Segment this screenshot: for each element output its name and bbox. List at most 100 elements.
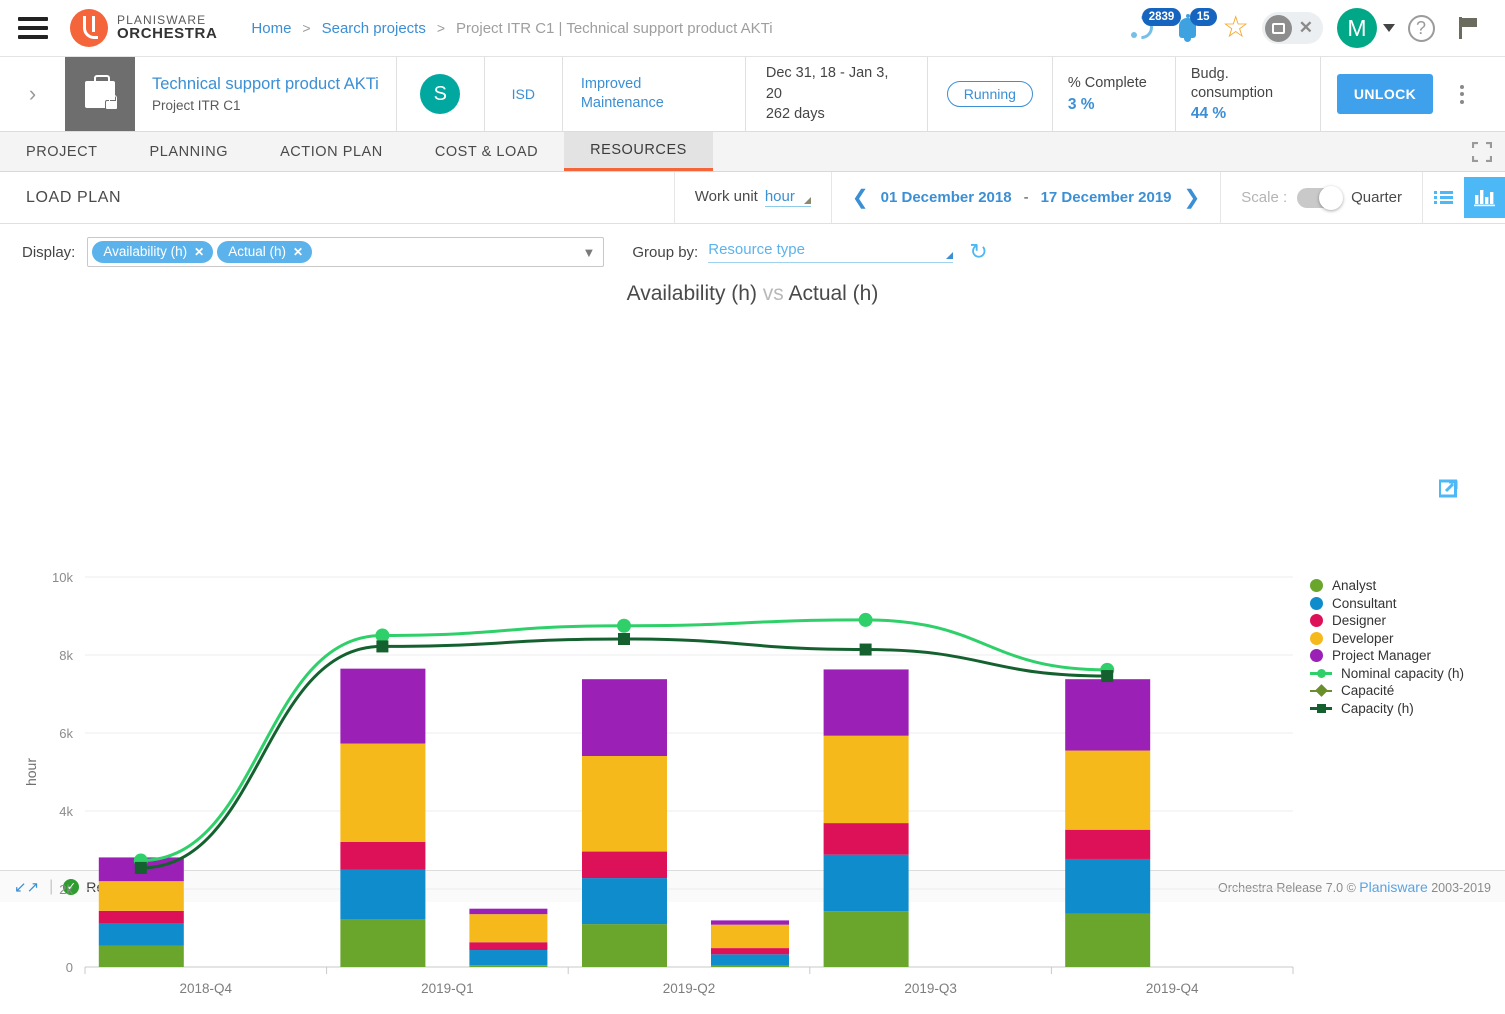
screenshot-pill[interactable]: ✕ [1261,12,1323,44]
planisware-logo: PLANISWARE ORCHESTRA [70,9,217,47]
load-plan-chart-panel: Display: Availability (h) ✕ Actual (h) ✕… [0,224,1505,996]
y-axis-tick-label: 2k [59,882,73,897]
tab-project[interactable]: PROJECT [0,132,124,171]
bar-segment [823,823,909,855]
project-org[interactable]: ISD [485,57,563,131]
remove-chip-icon[interactable]: ✕ [194,245,204,259]
legend-item-analyst[interactable]: Analyst [1310,577,1464,595]
remove-chip-icon[interactable]: ✕ [293,245,303,259]
group-by-value: Resource type [708,241,805,258]
bar-segment [340,841,426,870]
project-category[interactable]: Improved Maintenance [581,75,727,113]
tab-planning[interactable]: PLANNING [124,132,255,171]
chevron-down-icon[interactable] [1383,24,1395,32]
table-view-button[interactable] [1423,177,1464,218]
bar-segment [340,743,426,842]
chart-controls-row: Display: Availability (h) ✕ Actual (h) ✕… [0,224,1505,280]
bar-segment [1065,679,1151,751]
screenshot-tool[interactable]: ✕ [1261,6,1323,50]
load-plan-toolbar: LOAD PLAN Work unit hour ❮ 01 December 2… [0,172,1505,224]
star-icon: ☆ [1222,11,1250,44]
project-duration: 262 days [765,106,825,123]
flag-button[interactable] [1447,6,1491,50]
legend-label: Nominal capacity (h) [1341,665,1465,681]
tab-action-plan[interactable]: ACTION PLAN [254,132,409,171]
legend-item-capacit[interactable]: Capacité [1310,682,1464,700]
date-dash: - [1023,189,1029,206]
unlock-cell: UNLOCK [1321,57,1445,131]
scale-toggle[interactable] [1297,185,1344,210]
legend-label: Analyst [1332,578,1377,594]
date-to[interactable]: 17 December 2019 [1041,189,1172,206]
project-stage-cell: S [397,57,485,131]
kpi-value: 44 % [1190,105,1227,123]
work-unit-select[interactable]: hour [764,188,811,207]
project-more-menu-icon[interactable] [1445,57,1479,131]
next-period-icon[interactable]: ❯ [1184,185,1201,210]
display-multiselect[interactable]: Availability (h) ✕ Actual (h) ✕ ▼ [87,237,605,267]
chart-view-button[interactable] [1464,177,1505,218]
screenshot-icon [1264,14,1292,42]
close-icon[interactable]: ✕ [1299,18,1313,38]
stage-badge[interactable]: S [420,74,461,114]
bar-segment [582,756,667,852]
project-status-cell: Running [928,57,1053,131]
logo-mark-icon [70,9,108,47]
legend-item-designer[interactable]: Designer [1310,612,1464,630]
legend-item-capacity-h[interactable]: Capacity (h) [1310,700,1464,718]
bar-segment [582,851,667,879]
user-menu[interactable]: M [1337,6,1395,50]
kpi-label: % Complete [1067,75,1147,92]
application-window: PLANISWARE ORCHESTRA Home > Search proje… [0,0,1505,996]
bar-segment [582,924,667,967]
legend-item-developer[interactable]: Developer [1310,630,1464,648]
display-chip-availability[interactable]: Availability (h) ✕ [92,241,214,263]
breadcrumb-search-projects[interactable]: Search projects [322,20,426,37]
line-marker [134,861,147,874]
group-by-select[interactable]: Resource type [708,241,954,263]
export-button[interactable] [1438,478,1461,503]
chevron-down-icon[interactable]: ▼ [582,245,595,260]
work-unit-group: Work unit hour [673,172,831,223]
notifications-button[interactable]: 15 [1166,6,1217,50]
scale-label: Scale : [1241,189,1288,206]
unlock-button[interactable]: UNLOCK [1336,74,1434,114]
breadcrumb-separator: > [436,20,446,36]
chart-plot-area: 0 2k 4k 6k 8k 10k hour 2018-Q4 2019-Q1 2019-Q2 201… [0,514,1505,1014]
tab-cost-and-load[interactable]: COST & LOAD [409,132,564,171]
display-chip-actual[interactable]: Actual (h) ✕ [217,241,313,263]
legend-label: Consultant [1332,595,1397,611]
bar-segment [1065,750,1151,830]
breadcrumb-home[interactable]: Home [251,20,291,37]
work-unit-label: Work unit [694,188,758,205]
help-button[interactable]: ? [1399,6,1443,50]
project-thumbnail [65,57,135,131]
legend-item-consultant[interactable]: Consultant [1310,595,1464,613]
project-dates-cell: Dec 31, 18 - Jan 3, 20 262 days [746,57,928,131]
legend-label: Capacité [1341,683,1395,699]
line-marker [618,633,630,646]
favorite-button[interactable]: ☆ [1214,6,1258,50]
legend-item-project-manager[interactable]: Project Manager [1310,647,1464,665]
expand-sidebar-button[interactable]: › [0,57,65,131]
bar-segment [711,954,789,966]
bar-segment [469,965,548,967]
bar-segment [711,920,789,925]
list-icon [1434,188,1453,206]
y-axis-label: hour [23,758,39,786]
fullscreen-button[interactable] [1459,132,1505,171]
bar-segment [582,679,667,757]
previous-period-icon[interactable]: ❮ [852,185,869,210]
legend-item-nominal-capacity-h[interactable]: Nominal capacity (h) [1310,665,1464,683]
hamburger-menu-icon[interactable] [18,17,48,39]
tab-resources[interactable]: RESOURCES [564,132,713,171]
legend-color-swatch [1310,631,1323,645]
date-from[interactable]: 01 December 2018 [881,189,1012,206]
feed-button[interactable]: 2839 [1118,6,1182,50]
bar-segment [98,923,184,946]
bar-segment [340,869,426,920]
line-marker [858,612,873,627]
refresh-icon[interactable]: ↻ [969,239,987,265]
project-title[interactable]: Technical support product AKTi [152,75,379,94]
global-top-bar: PLANISWARE ORCHESTRA Home > Search proje… [0,0,1505,57]
